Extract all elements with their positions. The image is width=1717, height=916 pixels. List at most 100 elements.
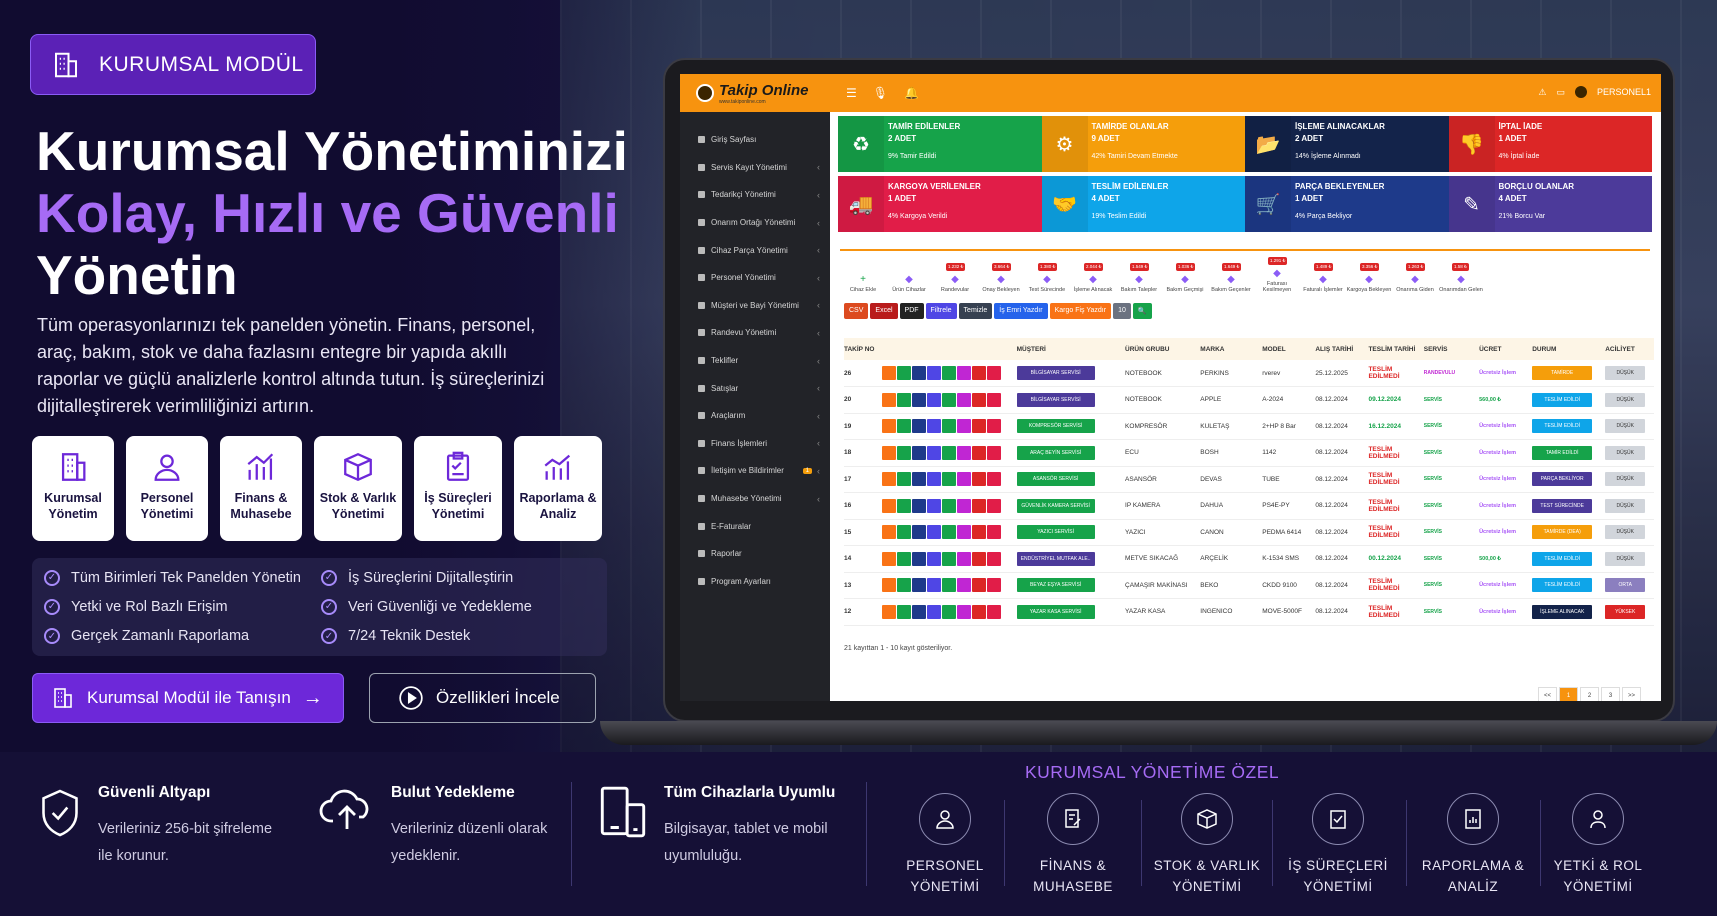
action-icon[interactable] (941, 525, 956, 540)
action-icon[interactable] (986, 604, 1001, 619)
stat-card[interactable]: 👎 İPTAL İADE 1 ADET 4% İptal İade (1448, 116, 1652, 172)
tool-button[interactable]: 3.664 ₺ ◆ Onay Bekleyen (978, 263, 1024, 293)
action-icon[interactable] (941, 472, 956, 487)
export-button[interactable]: CSV (844, 303, 869, 319)
user-area[interactable]: ⚠ ▭ PERSONEL1 (1538, 86, 1651, 98)
stat-card[interactable]: 🚚 KARGOYA VERİLENLER 1 ADET 4% Kargoya Veri… (838, 176, 1042, 232)
table-row[interactable]: 26 BİLGİSAYAR SERVİSİ NOTEBOOK PERKINS rvere… (844, 360, 1654, 387)
module-is-surecleri[interactable]: İŞ SÜREÇLERİ YÖNETİMİ (1278, 793, 1398, 897)
action-icon[interactable] (986, 472, 1001, 487)
export-button[interactable]: Temizle (958, 303, 993, 319)
tool-button[interactable]: ◆ Ürün Cihazlar (886, 274, 932, 293)
action-icon[interactable] (881, 472, 896, 487)
action-icon[interactable] (971, 498, 986, 513)
column-header[interactable]: MODEL (1262, 338, 1316, 360)
module-stok[interactable]: STOK & VARLIK YÖNETİMİ (1147, 793, 1267, 897)
table-row[interactable]: 16 GÜVENLİK KAMERA SERVİSİ IP KAMERA DAHUA P… (844, 492, 1654, 520)
module-personel[interactable]: PERSONEL YÖNETİMİ (885, 793, 1005, 897)
sidebar-item-vehicles[interactable]: Araçlarım ‹ (680, 402, 830, 430)
action-icon[interactable] (926, 498, 941, 513)
page-button[interactable]: 1 (1559, 687, 1578, 701)
card-stok[interactable]: Stok & Varlık Yönetimi (314, 436, 402, 541)
table-row[interactable]: 18 ARAÇ BEYİN SERVİSİ ECU BOSH 1142 08.12.202… (844, 439, 1654, 467)
action-icon[interactable] (986, 366, 1001, 380)
app-logo[interactable]: Takip Online www.takiponline.com (680, 82, 830, 105)
action-icon[interactable] (896, 551, 911, 566)
monitor-icon[interactable]: ▭ (1556, 87, 1565, 98)
action-icon[interactable] (941, 551, 956, 566)
bell-icon[interactable]: 🔔 (904, 86, 919, 100)
action-icon[interactable] (986, 445, 1001, 460)
action-icon[interactable] (896, 525, 911, 540)
table-row[interactable]: 14 ENDÜSTRİYEL MUTFAK ALE.. METVE SIKACAĞ A… (844, 545, 1654, 573)
cta-primary-button[interactable]: Kurumsal Modül ile Tanışın → (32, 673, 344, 723)
table-row[interactable]: 13 BEYAZ EŞYA SERVİSİ ÇAMAŞIR MAKİNASI BEKO… (844, 572, 1654, 599)
action-icon[interactable] (956, 472, 971, 487)
tool-button[interactable]: 1.58 ₺ ◆ Onarımdan Gelen (1438, 263, 1484, 293)
sidebar-item-finance[interactable]: Finans İşlemleri ‹ (680, 430, 830, 458)
action-icon[interactable] (971, 366, 986, 380)
action-icon[interactable] (881, 525, 896, 540)
stat-card[interactable]: 🛒 PARÇA BEKLEYENLER 1 ADET 4% Parça Bekliyo… (1245, 176, 1449, 232)
sidebar-item-customers[interactable]: Müşteri ve Bayi Yönetimi ‹ (680, 292, 830, 320)
action-icon[interactable] (971, 525, 986, 540)
sidebar-item-personnel[interactable]: Personel Yönetimi ‹ (680, 264, 830, 292)
action-icon[interactable] (896, 578, 911, 593)
export-button[interactable]: 10 (1113, 303, 1131, 319)
action-icon[interactable] (956, 366, 971, 380)
action-icon[interactable] (911, 578, 926, 593)
action-icon[interactable] (926, 392, 941, 407)
alert-icon[interactable]: ⚠ (1538, 87, 1546, 98)
action-icon[interactable] (926, 551, 941, 566)
action-icon[interactable] (896, 392, 911, 407)
table-row[interactable]: 12 YAZAR KASA SERVİSİ YAZAR KASA INGENICO MO… (844, 598, 1654, 626)
tool-button[interactable]: 1.232 ₺ ◆ Randevular (932, 263, 978, 293)
sidebar-item-reports[interactable]: Raporlar (680, 540, 830, 568)
card-is-surecleri[interactable]: İş Süreçleri Yönetimi (414, 436, 502, 541)
export-button[interactable]: Kargo Fiş Yazdır (1049, 303, 1112, 319)
export-button[interactable]: Excel (870, 303, 898, 319)
module-finans[interactable]: FİNANS & MUHASEBE (1013, 793, 1133, 897)
stat-card[interactable]: ✎ BORÇLU OLANLAR 4 ADET 21% Borcu Var (1448, 176, 1652, 232)
action-icon[interactable] (896, 419, 911, 434)
action-icon[interactable] (881, 366, 896, 380)
column-header[interactable]: ALIŞ TARİHİ (1315, 338, 1369, 360)
action-icon[interactable] (971, 392, 986, 407)
action-icon[interactable] (941, 366, 956, 380)
action-icon[interactable] (896, 445, 911, 460)
sidebar-item-settings[interactable]: Program Ayarları (680, 568, 830, 596)
tool-button[interactable]: 1.489 ₺ ◆ Faturalı İşlemler (1300, 263, 1346, 293)
action-icon[interactable] (926, 578, 941, 593)
stat-card[interactable]: 📂 İŞLEME ALINACAKLAR 2 ADET 14% İşleme Alın… (1245, 116, 1449, 172)
action-icon[interactable] (971, 419, 986, 434)
action-icon[interactable] (881, 578, 896, 593)
action-icon[interactable] (911, 419, 926, 434)
table-row[interactable]: 15 YAZICI SERVİSİ YAZICI CANON PEDMA 6414 08.… (844, 519, 1654, 546)
page-button[interactable]: << (1538, 687, 1557, 701)
tool-button[interactable]: 1.649 ₺ ◆ Bakım Geçenler (1208, 263, 1254, 293)
microphone-icon[interactable]: 🎙 (873, 86, 888, 100)
column-header[interactable]: MARKA (1200, 338, 1263, 360)
action-icon[interactable] (971, 551, 986, 566)
action-icon[interactable] (971, 604, 986, 619)
action-icon[interactable] (956, 551, 971, 566)
sidebar-item-communication[interactable]: İletişim ve Bildirimler 1 ‹ (680, 457, 830, 485)
action-icon[interactable] (896, 366, 911, 380)
tool-button[interactable]: 2.044 ₺ ◆ İşleme Alınacak (1070, 263, 1116, 293)
table-row[interactable]: 19 KOMPRESÖR SERVİSİ KOMPRESÖR KULETAŞ 2+HP … (844, 413, 1654, 440)
action-icon[interactable] (941, 392, 956, 407)
tool-button[interactable]: 1.291 ₺ ◆ Faturası Kesilmeyen (1254, 257, 1300, 293)
action-icon[interactable] (956, 525, 971, 540)
table-row[interactable]: 20 BİLGİSAYAR SERVİSİ NOTEBOOK APPLE A-2024 0… (844, 386, 1654, 414)
stat-card[interactable]: 🤝 TESLİM EDİLENLER 4 ADET 19% Teslim Edildi (1041, 176, 1245, 232)
action-icon[interactable] (986, 551, 1001, 566)
sidebar-item-einvoices[interactable]: E-Faturalar (680, 512, 830, 540)
sidebar-item-offers[interactable]: Teklifler ‹ (680, 347, 830, 375)
tool-button[interactable]: 1.263 ₺ ◆ Onarıma Giden (1392, 263, 1438, 293)
action-icon[interactable] (971, 445, 986, 460)
action-icon[interactable] (986, 498, 1001, 513)
tool-button[interactable]: 1.036 ₺ ◆ Bakım Geçmişi (1162, 263, 1208, 293)
stat-card[interactable]: ♻ TAMİR EDİLENLER 2 ADET 9% Tamir Edildi (838, 116, 1042, 172)
action-icon[interactable] (971, 578, 986, 593)
action-icon[interactable] (926, 445, 941, 460)
